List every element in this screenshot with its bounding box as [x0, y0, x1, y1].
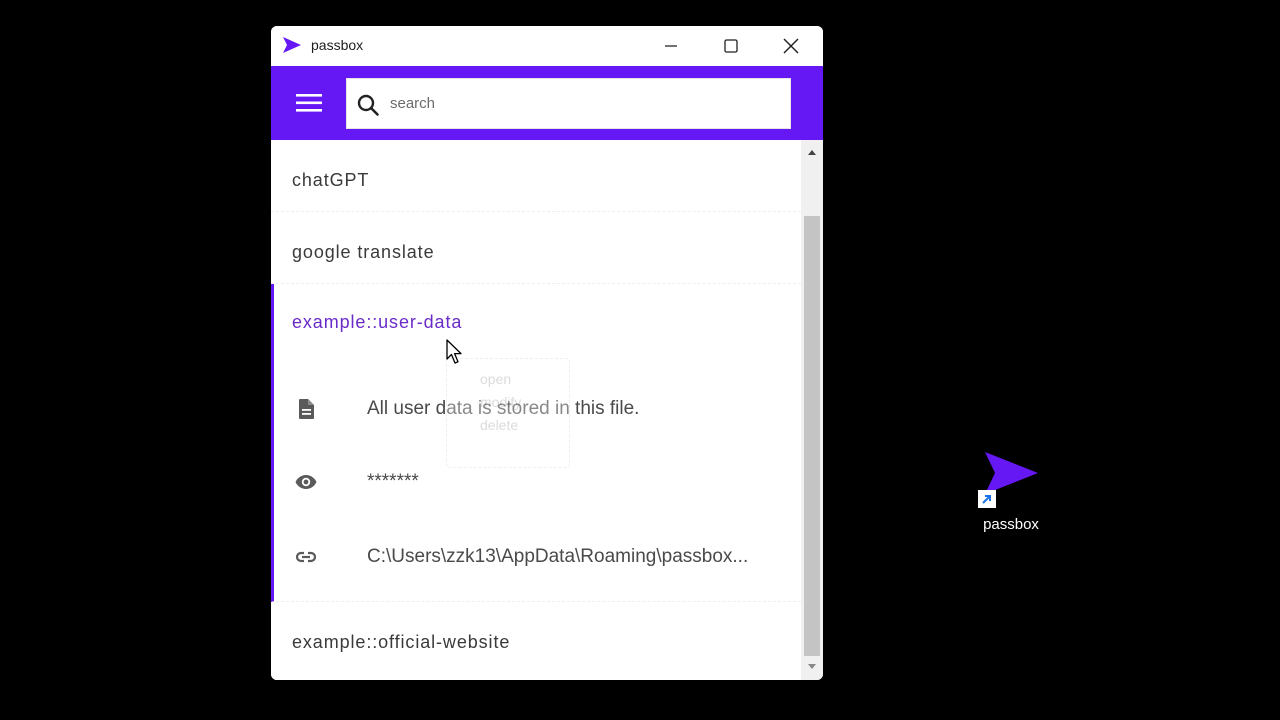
item-title: google translate: [292, 242, 435, 262]
link-icon[interactable]: [294, 545, 318, 569]
list-item[interactable]: chatGPT: [271, 140, 801, 212]
minimize-icon: [665, 45, 677, 47]
eye-icon[interactable]: [294, 470, 318, 494]
shortcut-arrow-icon: [978, 490, 996, 508]
search-input[interactable]: [390, 79, 770, 128]
minimize-button[interactable]: [641, 26, 701, 66]
password-text: *******: [367, 471, 419, 492]
desktop-shortcut[interactable]: passbox: [968, 444, 1054, 540]
entry-list: chatGPT google translate example::user-d…: [271, 140, 801, 680]
item-title: example::user-data: [292, 312, 463, 332]
title-bar[interactable]: passbox: [271, 26, 823, 66]
description-text: All user data is stored in this file.: [367, 398, 640, 419]
item-title: chatGPT: [292, 170, 370, 190]
maximize-button[interactable]: [701, 26, 761, 66]
close-button[interactable]: [761, 26, 821, 66]
context-menu-delete[interactable]: delete: [480, 417, 518, 433]
scrollbar[interactable]: [801, 140, 823, 680]
window-title: passbox: [311, 37, 364, 53]
desktop-shortcut-label: passbox: [983, 516, 1039, 533]
scroll-up-arrow-icon[interactable]: [807, 148, 817, 156]
list-item[interactable]: google translate: [271, 212, 801, 284]
app-header: [271, 66, 823, 140]
scrollbar-thumb[interactable]: [804, 216, 820, 656]
passbox-window: passbox search chatGPT google translate …: [271, 26, 823, 680]
context-menu-open[interactable]: open: [480, 371, 511, 387]
password-row[interactable]: *******: [274, 462, 801, 502]
app-logo-icon: [283, 37, 301, 53]
hamburger-icon[interactable]: [293, 89, 325, 117]
maximize-icon: [724, 39, 738, 53]
document-icon: [299, 399, 314, 419]
list-item[interactable]: example::official-website: [271, 602, 801, 680]
context-menu: open modify delete: [446, 358, 570, 468]
link-text: C:\Users\zzk13\AppData\Roaming\passbox..…: [367, 546, 749, 567]
context-menu-modify[interactable]: modify: [480, 394, 521, 410]
mouse-cursor-icon: [446, 339, 462, 364]
item-title: example::official-website: [292, 632, 511, 652]
link-row[interactable]: C:\Users\zzk13\AppData\Roaming\passbox..…: [274, 537, 801, 577]
scroll-down-arrow-icon[interactable]: [807, 663, 817, 671]
search-icon: [357, 94, 379, 116]
search-box[interactable]: [346, 78, 791, 129]
close-icon: [783, 38, 799, 54]
